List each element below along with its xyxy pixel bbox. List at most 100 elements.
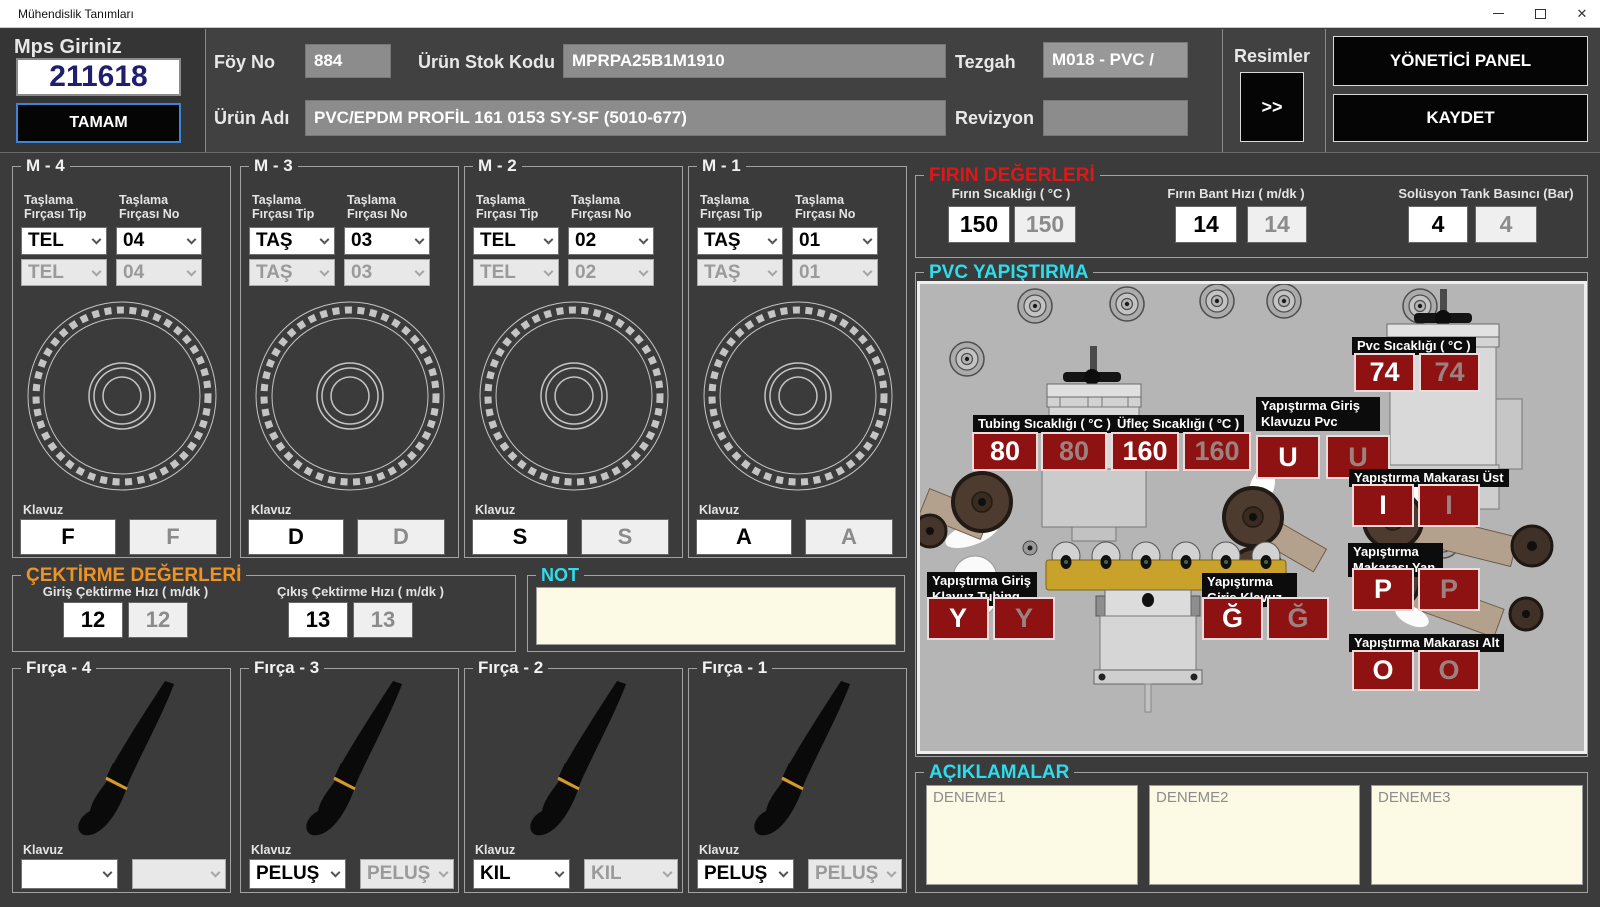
yapistirma-makarasi-ust-input-mirror: I	[1418, 484, 1480, 527]
m1-klavuz-input[interactable]: A	[696, 519, 792, 555]
firca1-klavuz-select[interactable]: PELUŞ	[697, 859, 794, 889]
m3-no-label: Taşlama Fırçası No	[347, 193, 431, 221]
urun-adi-label: Ürün Adı	[214, 108, 289, 129]
resimler-label: Resimler	[1234, 46, 1310, 67]
m4-klavuz-input[interactable]: F	[20, 519, 116, 555]
yapistirma-makarasi-alt-input[interactable]: O	[1352, 650, 1414, 691]
not-textarea[interactable]	[536, 587, 896, 645]
brush-disc-drawing	[251, 297, 449, 495]
m4-title: M - 4	[21, 156, 70, 176]
aciklama3-textarea[interactable]: DENEME3	[1371, 785, 1583, 885]
chevron-down-icon	[768, 235, 778, 245]
yapistirma-makarasi-yan-input-mirror: P	[1418, 568, 1480, 611]
giris-cektirme-label: Giriş Çektirme Hızı ( m/dk )	[38, 585, 213, 599]
chevron-down-icon	[211, 868, 221, 878]
m1-no-select[interactable]: 01	[792, 227, 878, 255]
giris-cektirme-input[interactable]: 12	[63, 602, 123, 638]
urun-adi-input[interactable]: PVC/EPDM PROFİL 161 0153 SY-SF (5010-677…	[305, 100, 946, 136]
m2-tip-label: Taşlama Fırçası Tip	[476, 193, 560, 221]
yapistirma-makarasi-yan-input[interactable]: P	[1352, 568, 1414, 611]
m4-no-select[interactable]: 04	[116, 227, 202, 255]
yapistirma-makarasi-alt-input-mirror: O	[1418, 650, 1480, 691]
firca4-klavuz-select[interactable]	[21, 859, 118, 889]
m3-tip-select[interactable]: TAŞ	[249, 227, 335, 255]
chevron-down-icon	[779, 868, 789, 878]
titlebar: Mühendislik Tanımları ✕	[0, 0, 1600, 28]
chevron-down-icon	[187, 235, 197, 245]
firca2-title: Fırça - 2	[473, 658, 548, 678]
chevron-down-icon	[92, 266, 102, 276]
machine-drawing	[920, 284, 1584, 751]
m4-tip-select[interactable]: TEL	[21, 227, 107, 255]
chevron-down-icon	[768, 266, 778, 276]
m3-klavuz-input[interactable]: D	[248, 519, 344, 555]
m3-panel: M - 3 Taşlama Fırçası Tip Taşlama Fırças…	[240, 166, 459, 558]
tubing-sicakligi-input[interactable]: 80	[972, 432, 1038, 471]
firca4-klavuz-label: Klavuz	[23, 843, 63, 857]
mps-input[interactable]: 211618	[16, 58, 181, 96]
cektirme-panel: ÇEKTİRME DEĞERLERİ Giriş Çektirme Hızı (…	[12, 575, 516, 652]
firin-bant-hizi-input[interactable]: 14	[1175, 206, 1237, 243]
resimler-button[interactable]: >>	[1240, 72, 1304, 142]
revizyon-input[interactable]	[1043, 100, 1188, 136]
pvc-sicakligi-input[interactable]: 74	[1354, 353, 1415, 392]
tamam-button[interactable]: TAMAM	[16, 103, 181, 143]
firin-sicakligi-input[interactable]: 150	[948, 206, 1010, 243]
machine-diagram: Tubing Sıcaklığı ( °C ) 80 80 Üfleç Sıca…	[917, 281, 1587, 754]
maximize-button[interactable]	[1519, 0, 1561, 27]
chevron-down-icon	[863, 266, 873, 276]
cikis-cektirme-input[interactable]: 13	[288, 602, 348, 638]
m2-tip-select[interactable]: TEL	[473, 227, 559, 255]
m4-panel: M - 4 Taşlama Fırçası Tip Taşlama Fırças…	[12, 166, 231, 558]
cikis-cektirme-input-mirror: 13	[353, 602, 413, 638]
close-icon: ✕	[1577, 6, 1588, 22]
close-button[interactable]: ✕	[1561, 0, 1600, 27]
aciklama2-textarea[interactable]: DENEME2	[1149, 785, 1360, 885]
yapistirma-giris-klavuz-input-mirror: Ğ	[1267, 597, 1329, 640]
chevron-down-icon	[639, 266, 649, 276]
m2-no-select[interactable]: 02	[568, 227, 654, 255]
m4-tip-select-mirror: TEL	[21, 259, 107, 286]
kaydet-button[interactable]: KAYDET	[1333, 94, 1588, 142]
firca3-klavuz-select[interactable]: PELUŞ	[249, 859, 346, 889]
chevron-down-icon	[415, 266, 425, 276]
chevron-down-icon	[331, 868, 341, 878]
uflec-sicakligi-label: Üfleç Sıcaklığı ( °C )	[1112, 415, 1244, 433]
yapistirma-giris-klavuz-tubing-input[interactable]: Y	[927, 597, 989, 640]
yapistirma-giris-klavuzu-pvc-input[interactable]: U	[1256, 435, 1320, 479]
solusyon-basinci-input[interactable]: 4	[1408, 206, 1468, 243]
firca2-klavuz-select-mirror: KIL	[584, 859, 678, 889]
minimize-icon	[1493, 13, 1504, 14]
yonetici-panel-button[interactable]: YÖNETİCİ PANEL	[1333, 36, 1588, 86]
m1-tip-select[interactable]: TAŞ	[697, 227, 783, 255]
m2-klavuz-input-mirror: S	[581, 519, 669, 555]
urun-stok-input[interactable]: MPRPA25B1M1910	[563, 44, 946, 78]
divider	[0, 152, 1600, 153]
firca4-title: Fırça - 4	[21, 658, 96, 678]
window-title: Mühendislik Tanımları	[18, 7, 134, 21]
m3-no-select[interactable]: 03	[344, 227, 430, 255]
uflec-sicakligi-input[interactable]: 160	[1111, 432, 1179, 471]
tezgah-label: Tezgah	[955, 52, 1016, 73]
foy-no-input[interactable]: 884	[305, 44, 391, 78]
minimize-button[interactable]	[1477, 0, 1519, 27]
chevron-down-icon	[887, 868, 897, 878]
foy-no-label: Föy No	[214, 52, 275, 73]
urun-stok-label: Ürün Stok Kodu	[418, 52, 555, 73]
chevron-down-icon	[103, 868, 113, 878]
m2-panel: M - 2 Taşlama Fırçası Tip Taşlama Fırças…	[464, 166, 683, 558]
yapistirma-giris-klavuz-input[interactable]: Ğ	[1202, 597, 1263, 640]
m2-klavuz-input[interactable]: S	[472, 519, 568, 555]
chevron-down-icon	[439, 868, 449, 878]
aciklama1-textarea[interactable]: DENEME1	[926, 785, 1138, 885]
chevron-down-icon	[555, 868, 565, 878]
firca2-klavuz-select[interactable]: KIL	[473, 859, 570, 889]
paintbrush-drawing	[729, 679, 879, 839]
not-panel: NOT	[527, 575, 905, 652]
firca3-panel: Fırça - 3 Klavuz PELUŞ PELUŞ	[240, 668, 459, 893]
tezgah-input[interactable]: M018 - PVC /	[1043, 42, 1188, 78]
m4-klavuz-label: Klavuz	[23, 503, 63, 517]
chevron-down-icon	[320, 235, 330, 245]
yapistirma-makarasi-ust-input[interactable]: I	[1352, 484, 1414, 527]
tubing-sicakligi-input-mirror: 80	[1041, 432, 1107, 471]
